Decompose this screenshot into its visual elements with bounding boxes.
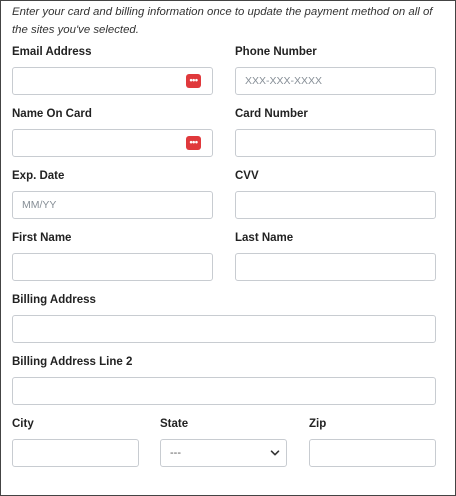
zip-label: Zip (309, 418, 327, 430)
email-field[interactable]: ••• (12, 67, 213, 95)
chevron-down-icon (270, 450, 280, 456)
last-name-label: Last Name (235, 232, 294, 244)
phone-placeholder: XXX-XXX-XXXX (245, 75, 323, 87)
card-number-label: Card Number (235, 108, 308, 120)
name-on-card-label: Name On Card (12, 108, 92, 120)
state-label: State (160, 418, 189, 430)
zip-field[interactable] (309, 439, 436, 467)
cvv-field[interactable] (235, 191, 436, 219)
phone-label: Phone Number (235, 46, 317, 58)
exp-date-placeholder: MM/YY (22, 199, 57, 211)
card-number-field[interactable] (235, 129, 436, 157)
billing-address-field[interactable] (12, 315, 436, 343)
phone-field[interactable]: XXX-XXX-XXXX (235, 67, 436, 95)
password-manager-icon[interactable]: ••• (186, 136, 201, 150)
first-name-label: First Name (12, 232, 72, 244)
email-label: Email Address (12, 46, 92, 58)
billing-address-2-label: Billing Address Line 2 (12, 356, 133, 368)
billing-address-2-field[interactable] (12, 377, 436, 405)
state-selected-value: --- (170, 447, 181, 459)
name-on-card-field[interactable]: ••• (12, 129, 213, 157)
state-select[interactable]: --- (160, 439, 287, 467)
city-label: City (12, 418, 34, 430)
billing-address-label: Billing Address (12, 294, 96, 306)
exp-date-label: Exp. Date (12, 170, 65, 182)
intro-text: Enter your card and billing information … (12, 6, 433, 36)
exp-date-field[interactable]: MM/YY (12, 191, 213, 219)
cvv-label: CVV (235, 170, 259, 182)
last-name-field[interactable] (235, 253, 436, 281)
password-manager-icon[interactable]: ••• (186, 74, 201, 88)
city-field[interactable] (12, 439, 139, 467)
first-name-field[interactable] (12, 253, 213, 281)
